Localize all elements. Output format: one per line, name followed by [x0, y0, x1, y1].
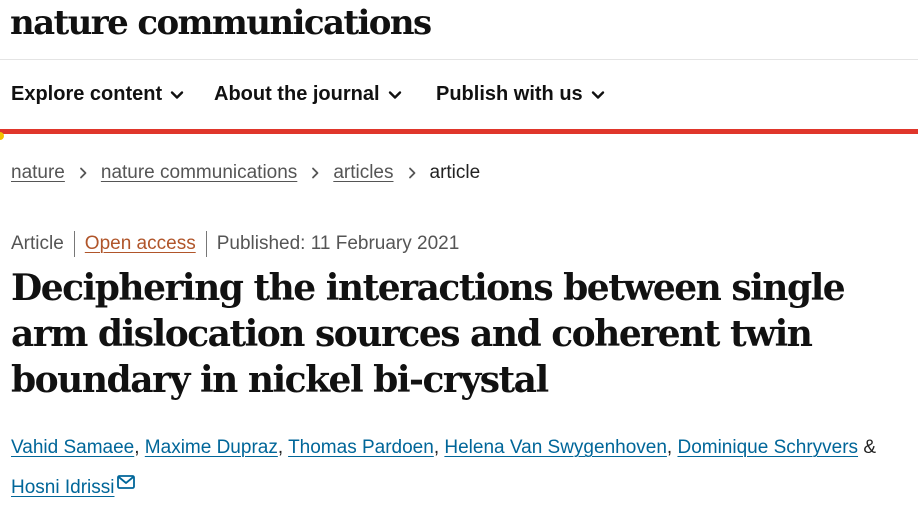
nav-about-journal[interactable]: About the journal — [214, 83, 402, 106]
author-link[interactable]: Dominique Schryvers — [677, 437, 858, 458]
breadcrumb-current: article — [429, 162, 481, 183]
nav-publish-with-us[interactable]: Publish with us — [436, 83, 605, 106]
breadcrumb-nature-communications[interactable]: nature communications — [101, 162, 297, 184]
open-access-link[interactable]: Open access — [85, 233, 196, 255]
meta-divider — [73, 231, 75, 257]
author-link-corresponding[interactable]: Hosni Idrissi — [11, 477, 114, 498]
author-conjunction: & — [863, 437, 877, 458]
nav-explore-content[interactable]: Explore content — [11, 83, 184, 106]
accent-dot — [0, 132, 4, 140]
mail-icon[interactable] — [117, 475, 136, 489]
main-nav: Explore content About the journal Publis… — [0, 60, 918, 129]
nav-item-label: Publish with us — [436, 83, 583, 105]
meta-divider — [205, 231, 207, 257]
chevron-down-icon — [388, 88, 402, 102]
author-link[interactable]: Vahid Samaee — [11, 437, 134, 458]
author-separator: , — [134, 437, 140, 458]
author-list: Vahid Samaee, Maxime Dupraz, Thomas Pard… — [11, 428, 911, 508]
chevron-right-icon — [310, 167, 320, 179]
accent-rule — [0, 129, 918, 134]
author-link[interactable]: Maxime Dupraz — [145, 437, 278, 458]
site-header: nature communications — [0, 0, 918, 60]
published-date: Published: 11 February 2021 — [216, 233, 460, 254]
article-meta: Article Open access Published: 11 Februa… — [11, 230, 459, 258]
breadcrumb: nature nature communications articles ar… — [11, 162, 480, 184]
nav-item-label: Explore content — [11, 83, 163, 105]
author-link[interactable]: Helena Van Swygenhoven — [444, 437, 667, 458]
author-link[interactable]: Thomas Pardoen — [288, 437, 434, 458]
site-logo[interactable]: nature communications — [10, 0, 432, 46]
article-title: Deciphering the interactions between sin… — [11, 267, 846, 401]
author-separator: , — [277, 437, 284, 458]
author-separator: , — [433, 437, 440, 458]
chevron-down-icon — [591, 88, 605, 102]
breadcrumb-nature[interactable]: nature — [11, 162, 65, 184]
chevron-right-icon — [78, 167, 88, 179]
breadcrumb-articles[interactable]: articles — [333, 162, 393, 184]
author-separator: , — [666, 437, 673, 458]
article-type: Article — [11, 233, 64, 254]
chevron-right-icon — [407, 167, 417, 179]
chevron-down-icon — [170, 88, 184, 102]
nav-item-label: About the journal — [214, 83, 380, 105]
